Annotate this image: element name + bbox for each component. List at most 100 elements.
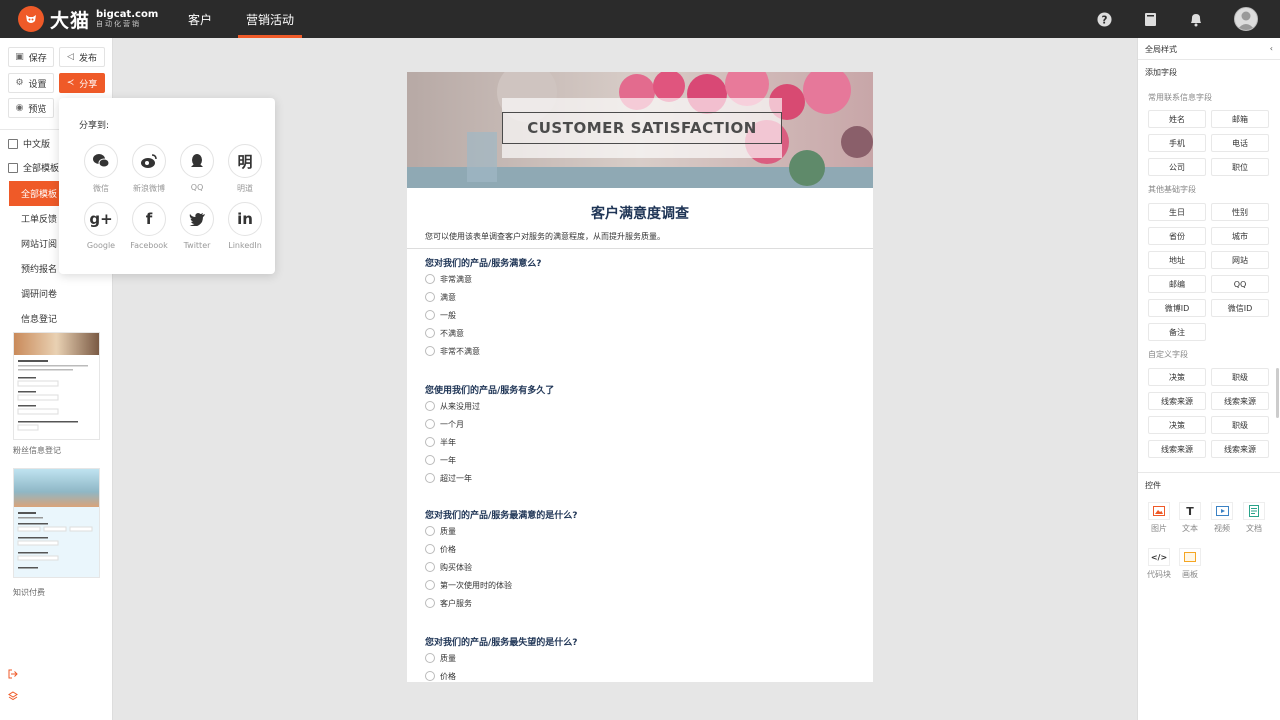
radio-option[interactable]: 购买体验 (425, 558, 578, 576)
form-description[interactable]: 您可以使用该表单调查客户对服务的满意程度，从而提升服务质量。 (425, 231, 873, 242)
field-rank[interactable]: 职级 (1211, 368, 1269, 386)
radio-button[interactable] (425, 544, 435, 554)
control-image[interactable]: 图片 (1146, 502, 1172, 534)
right-panel-scrollbar[interactable] (1276, 368, 1279, 418)
radio-option[interactable]: 半年 (425, 433, 554, 451)
radio-option[interactable]: 质量 (425, 522, 578, 540)
radio-button[interactable] (425, 598, 435, 608)
field-decision[interactable]: 决策 (1148, 368, 1206, 386)
field-name[interactable]: 姓名 (1148, 110, 1206, 128)
share-wechat[interactable]: 微信 (77, 144, 125, 194)
language-selector[interactable]: 中文版 (8, 137, 50, 150)
control-canvas[interactable]: 画板 (1177, 548, 1203, 580)
share-twitter[interactable]: Twitter (173, 202, 221, 250)
field-province[interactable]: 省份 (1148, 227, 1206, 245)
radio-button[interactable] (425, 580, 435, 590)
field-city[interactable]: 城市 (1211, 227, 1269, 245)
field-lead-source[interactable]: 线索来源 (1211, 392, 1269, 410)
radio-option[interactable]: 超过一年 (425, 469, 554, 487)
share-linkedin[interactable]: in LinkedIn (221, 202, 269, 250)
template-name[interactable]: 知识付费 (13, 587, 45, 598)
share-facebook[interactable]: f Facebook (125, 202, 173, 250)
question-most-satisfied[interactable]: 您对我们的产品/服务最满意的是什么? 质量 价格 购买体验 第一次使用时的体验 … (425, 508, 578, 612)
field-qq[interactable]: QQ (1211, 275, 1269, 293)
field-decision[interactable]: 决策 (1148, 416, 1206, 434)
form-title[interactable]: 客户满意度调查 (407, 203, 873, 223)
radio-option[interactable]: 价格 (425, 540, 578, 558)
radio-option[interactable]: 价格 (425, 667, 578, 682)
radio-button[interactable] (425, 310, 435, 320)
field-lead-source[interactable]: 线索来源 (1148, 440, 1206, 458)
field-weibo-id[interactable]: 微博ID (1148, 299, 1206, 317)
nav-marketing[interactable]: 营销活动 (238, 0, 303, 38)
radio-button[interactable] (425, 274, 435, 284)
field-birthday[interactable]: 生日 (1148, 203, 1206, 221)
field-mobile[interactable]: 手机 (1148, 134, 1206, 152)
radio-button[interactable] (425, 473, 435, 483)
field-notes[interactable]: 备注 (1148, 323, 1206, 341)
radio-option[interactable]: 一般 (425, 306, 542, 324)
template-thumbnail[interactable] (13, 332, 100, 440)
field-phone[interactable]: 电话 (1211, 134, 1269, 152)
radio-button[interactable] (425, 437, 435, 447)
radio-button[interactable] (425, 526, 435, 536)
radio-option[interactable]: 客户服务 (425, 594, 578, 612)
question-most-disappointed[interactable]: 您对我们的产品/服务最失望的是什么? 质量 价格 (425, 635, 578, 682)
radio-option[interactable]: 非常不满意 (425, 342, 542, 360)
nav-customers[interactable]: 客户 (180, 0, 220, 38)
preview-button[interactable]: ◉ 预览 (8, 98, 54, 118)
field-lead-source[interactable]: 线索来源 (1148, 392, 1206, 410)
radio-button[interactable] (425, 562, 435, 572)
field-address[interactable]: 地址 (1148, 251, 1206, 269)
radio-button[interactable] (425, 401, 435, 411)
field-lead-source[interactable]: 线索来源 (1211, 440, 1269, 458)
share-mingdao[interactable]: 明 明道 (221, 144, 269, 194)
template-name[interactable]: 粉丝信息登记 (13, 445, 61, 456)
field-wechat-id[interactable]: 微信ID (1211, 299, 1269, 317)
radio-button[interactable] (425, 292, 435, 302)
control-code-block[interactable]: </> 代码块 (1146, 548, 1172, 580)
radio-button[interactable] (425, 671, 435, 681)
share-google[interactable]: g+ Google (77, 202, 125, 250)
layers-icon[interactable] (8, 690, 18, 701)
control-document[interactable]: 文档 (1241, 502, 1267, 534)
form-banner[interactable]: CUSTOMER SATISFACTION (407, 72, 873, 188)
logout-icon[interactable] (8, 668, 18, 679)
brand-logo[interactable]: 大猫 bigcat.com 自动化营销 (18, 6, 168, 33)
radio-option[interactable]: 非常满意 (425, 270, 542, 288)
radio-option[interactable]: 一年 (425, 451, 554, 469)
radio-button[interactable] (425, 419, 435, 429)
save-button[interactable]: ▣ 保存 (8, 47, 54, 67)
field-email[interactable]: 邮箱 (1211, 110, 1269, 128)
question-usage-duration[interactable]: 您使用我们的产品/服务有多久了 从来没用过 一个月 半年 一年 超过一年 (425, 383, 554, 487)
field-website[interactable]: 网站 (1211, 251, 1269, 269)
radio-button[interactable] (425, 346, 435, 356)
control-text[interactable]: T 文本 (1177, 502, 1203, 534)
template-thumbnail[interactable] (13, 468, 100, 578)
category-survey[interactable]: 调研问卷 (9, 281, 104, 306)
category-info-registration[interactable]: 信息登记 (9, 306, 104, 331)
radio-button[interactable] (425, 653, 435, 663)
radio-option[interactable]: 一个月 (425, 415, 554, 433)
field-zipcode[interactable]: 邮编 (1148, 275, 1206, 293)
bell-icon[interactable] (1188, 11, 1204, 27)
settings-button[interactable]: ⚙ 设置 (8, 73, 54, 93)
share-weibo[interactable]: 新浪微博 (125, 144, 173, 194)
field-rank[interactable]: 职级 (1211, 416, 1269, 434)
field-gender[interactable]: 性别 (1211, 203, 1269, 221)
radio-option[interactable]: 质量 (425, 649, 578, 667)
field-company[interactable]: 公司 (1148, 158, 1206, 176)
global-style-toggle[interactable]: 全局样式 ‹ (1145, 44, 1273, 55)
question-satisfaction[interactable]: 您对我们的产品/服务满意么? 非常满意 满意 一般 不满意 非常不满意 (425, 256, 542, 360)
book-icon[interactable] (1142, 11, 1158, 27)
radio-option[interactable]: 从来没用过 (425, 397, 554, 415)
control-video[interactable]: 视频 (1209, 502, 1235, 534)
publish-button[interactable]: ◁ 发布 (59, 47, 105, 67)
field-title[interactable]: 职位 (1211, 158, 1269, 176)
all-templates-header[interactable]: 全部模板 (8, 161, 59, 174)
help-icon[interactable]: ? (1096, 11, 1112, 27)
share-button[interactable]: ≺ 分享 (59, 73, 105, 93)
radio-option[interactable]: 不满意 (425, 324, 542, 342)
radio-option[interactable]: 满意 (425, 288, 542, 306)
share-qq[interactable]: QQ (173, 144, 221, 194)
